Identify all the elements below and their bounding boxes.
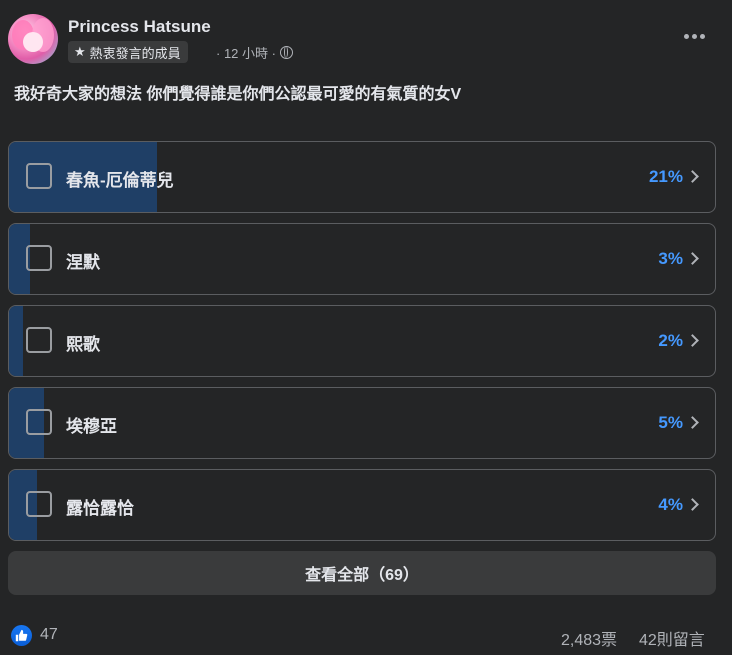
poll-option-percent: 2% — [658, 331, 683, 350]
poll-option-percent: 4% — [658, 495, 683, 514]
poll-option-checkbox[interactable] — [26, 245, 52, 271]
badge-label: 熱衷發言的成員 — [89, 45, 181, 61]
chevron-right-icon[interactable] — [686, 252, 699, 265]
chevron-right-icon[interactable] — [686, 334, 699, 347]
poll-question: 我好奇大家的想法 你們覺得誰是你們公認最可愛的有氣質的女V — [14, 86, 462, 103]
more-options-button[interactable] — [674, 22, 714, 50]
poll-option-percent: 21% — [648, 167, 683, 186]
poll-option-label: 涅默 — [66, 253, 100, 272]
avatar[interactable] — [8, 14, 58, 64]
more-icon-dot — [691, 33, 697, 39]
post-time[interactable]: · 12 小時 · — [216, 43, 276, 62]
poll-option-bar — [9, 306, 24, 376]
poll-option[interactable]: 春魚-厄倫蒂兒 21% — [8, 141, 716, 213]
member-badge[interactable]: ★ 熱衷發言的成員 — [68, 41, 188, 63]
vote-count[interactable]: 2,483票 — [561, 626, 617, 650]
chevron-right-icon[interactable] — [686, 170, 699, 183]
poll-option[interactable]: 露恰露恰 4% — [8, 469, 716, 541]
thumbs-up-icon[interactable] — [11, 625, 32, 646]
like-count[interactable]: 47 — [40, 626, 58, 644]
poll-option[interactable]: 熙歌 2% — [8, 305, 716, 377]
avatar-face — [23, 32, 43, 52]
poll-option-checkbox[interactable] — [26, 409, 52, 435]
poll-option-percent: 5% — [658, 413, 683, 432]
globe-icon[interactable] — [279, 46, 293, 59]
poll-option-checkbox[interactable] — [26, 163, 52, 189]
more-icon — [683, 33, 689, 39]
more-icon-dot — [699, 33, 705, 39]
comment-count[interactable]: 42則留言 — [639, 626, 705, 650]
poll-option-label: 埃穆亞 — [66, 417, 117, 436]
see-all-button[interactable]: 查看全部（69） — [8, 551, 716, 595]
thumbs-up-glyph — [15, 629, 28, 642]
poll-option[interactable]: 涅默 3% — [8, 223, 716, 295]
poll-option-percent: 3% — [658, 249, 683, 268]
poll-option[interactable]: 埃穆亞 5% — [8, 387, 716, 459]
post-meta: · 12 小時 · — [216, 43, 293, 62]
poll-option-label: 春魚-厄倫蒂兒 — [66, 171, 174, 190]
author-name[interactable]: Princess Hatsune — [68, 17, 211, 37]
poll-option-label: 露恰露恰 — [66, 499, 134, 518]
chevron-right-icon[interactable] — [686, 498, 699, 511]
chevron-right-icon[interactable] — [686, 416, 699, 429]
poll-option-checkbox[interactable] — [26, 491, 52, 517]
poll-option-label: 熙歌 — [66, 335, 100, 354]
star-icon: ★ — [74, 44, 86, 59]
poll-option-checkbox[interactable] — [26, 327, 52, 353]
